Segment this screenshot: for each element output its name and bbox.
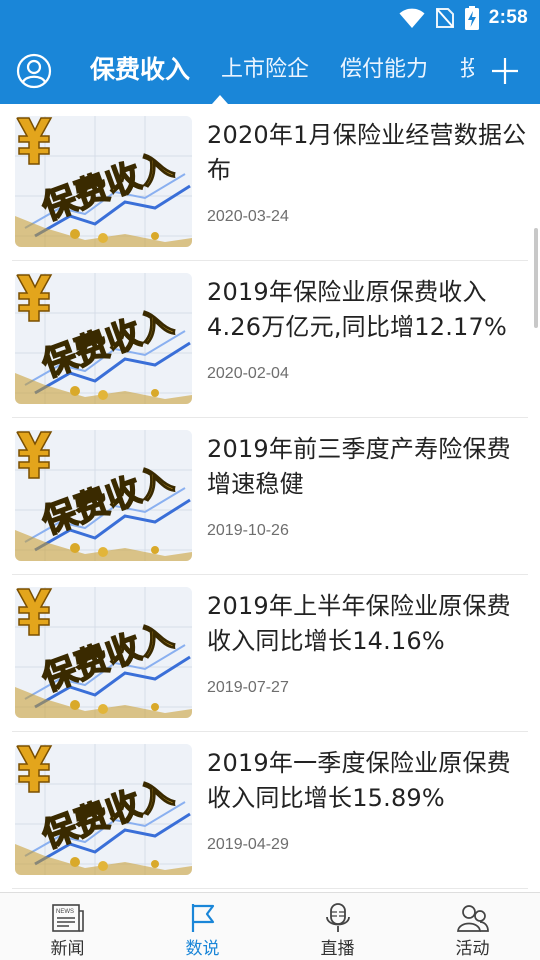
battery-charging-icon [464, 6, 479, 30]
plus-icon [492, 58, 518, 84]
nav-events[interactable]: 活动 [405, 893, 540, 960]
list-item[interactable]: 保费收入 2019年一季度保险业原保费收入同比增长15.89% 2019-04-… [0, 732, 540, 889]
article-date: 2019-10-26 [207, 522, 289, 539]
newspaper-icon-text: NEWS [56, 909, 74, 915]
list-item[interactable]: 保费收入 2019年上半年保险业原保费收入同比增长14.16% 2019-07-… [0, 575, 540, 732]
article-title: 2020年1月保险业经营数据公布 [207, 121, 527, 184]
article-thumbnail: 保费收入 [15, 430, 192, 561]
item-divider [12, 888, 528, 889]
active-tab-indicator [212, 95, 228, 104]
article-title: 2019年一季度保险业原保费收入同比增长15.89% [207, 749, 511, 812]
article-title: 2019年前三季度产寿险保费增速稳健 [207, 435, 511, 498]
status-time: 2:58 [488, 7, 528, 28]
article-date: 2020-03-24 [207, 208, 289, 225]
nav-news[interactable]: NEWS 新闻 [0, 893, 135, 960]
tab-more-partial[interactable]: 投 [460, 36, 474, 104]
bottom-navigation: NEWS 新闻 数说 直播 活动 [0, 892, 540, 960]
article-date: 2020-02-04 [207, 365, 289, 382]
article-thumbnail: 保费收入 [15, 587, 192, 718]
category-tabs: 保费收入 上市险企 偿付能力 投 [78, 36, 474, 104]
status-icons: 2:58 [399, 5, 528, 31]
nav-data-talk[interactable]: 数说 [135, 893, 270, 960]
add-channel-button[interactable] [490, 56, 520, 86]
article-title: 2019年上半年保险业原保费收入同比增长14.16% [207, 592, 511, 655]
wifi-icon [399, 8, 425, 28]
list-item[interactable]: 保费收入 2019年保险业原保费收入4.26万亿元,同比增12.17% 2020… [0, 261, 540, 418]
nav-events-label: 活动 [455, 939, 490, 959]
nav-live-label: 直播 [320, 939, 355, 959]
tab-premium-income[interactable]: 保费收入 [90, 36, 190, 104]
nav-news-label: 新闻 [50, 939, 85, 959]
newspaper-icon: NEWS [52, 904, 84, 932]
people-icon [457, 905, 489, 932]
article-title: 2019年保险业原保费收入4.26万亿元,同比增12.17% [207, 278, 507, 341]
flag-icon [191, 904, 215, 932]
top-header: 保费收入 上市险企 偿付能力 投 [0, 36, 540, 104]
article-thumbnail: 保费收入 [15, 273, 192, 404]
list-item[interactable]: 保费收入 2019年前三季度产寿险保费增速稳健 2019-10-26 [0, 418, 540, 575]
article-thumbnail: 保费收入 [15, 744, 192, 875]
tab-listed-insurers[interactable]: 上市险企 [221, 36, 309, 104]
tab-solvency[interactable]: 偿付能力 [340, 36, 428, 104]
nav-live[interactable]: 直播 [270, 893, 405, 960]
status-bar: 2:58 [0, 0, 540, 36]
article-thumbnail: 保费收入 [15, 116, 192, 247]
list-item[interactable]: 保费收入 2020年1月保险业经营数据公布 2020-03-24 [0, 104, 540, 261]
scrollbar[interactable] [534, 228, 538, 328]
article-date: 2019-07-27 [207, 679, 289, 696]
profile-button[interactable] [16, 53, 52, 89]
user-avatar-icon [16, 53, 52, 89]
nav-data-talk-label: 数说 [185, 939, 220, 959]
no-sim-icon [435, 8, 454, 28]
article-list: 保费收入 2020年1月保险业经营数据公布 2020-03-24 保费收入 20… [0, 104, 540, 892]
article-date: 2019-04-29 [207, 836, 289, 853]
microphone-icon [326, 903, 350, 932]
